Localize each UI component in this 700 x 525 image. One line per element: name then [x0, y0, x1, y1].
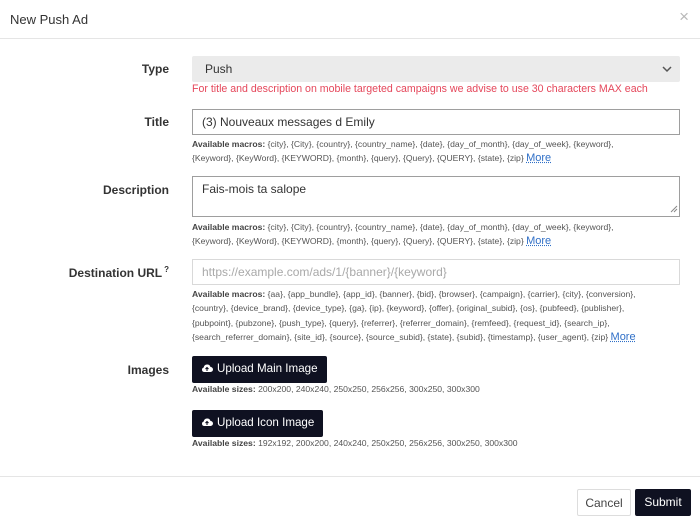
icon-sizes-label: Available sizes:	[192, 438, 256, 448]
cloud-upload-icon	[201, 363, 213, 376]
destination-url-input[interactable]: https://example.com/ads/1/{banner}/{keyw…	[192, 259, 680, 285]
description-more-link[interactable]: More	[526, 235, 551, 247]
upload-main-image-label: Upload Main Image	[217, 362, 318, 375]
chevron-down-icon	[661, 60, 673, 81]
title-macros-line2: {Keyword}, {KeyWord}, {KEYWORD}, {month}…	[192, 153, 524, 164]
type-label: Type	[141, 62, 169, 76]
close-icon[interactable]: ×	[679, 8, 689, 25]
description-macros-line2: {Keyword}, {KeyWord}, {KEYWORD}, {month}…	[192, 236, 524, 247]
destination-label-text: Destination URL	[68, 266, 163, 280]
resize-grip-icon[interactable]	[670, 205, 678, 215]
help-icon[interactable]: ?	[164, 265, 169, 274]
title-label: Title	[144, 115, 169, 129]
title-input[interactable]: (3) Nouveaux messages d Emily	[192, 109, 680, 135]
destination-more-link[interactable]: More	[611, 331, 636, 343]
destination-label: Destination URL?	[69, 265, 169, 280]
title-input-value: (3) Nouveaux messages d Emily	[202, 115, 375, 129]
cancel-button[interactable]: Cancel	[577, 489, 631, 516]
title-more-link[interactable]: More	[526, 152, 551, 164]
description-label: Description	[102, 183, 169, 197]
description-macros-label: Available macros:	[192, 222, 266, 232]
destination-macros: Available macros: {aa}, {app_bundle}, {a…	[192, 287, 682, 345]
destination-macros-line3: {pubpoint}, {pubzone}, {push_type}, {que…	[192, 317, 610, 328]
title-macros-label: Available macros:	[192, 139, 266, 149]
upload-icon-image-button[interactable]: Upload Icon Image	[192, 410, 324, 437]
main-sizes-label: Available sizes:	[192, 384, 256, 394]
destination-macros-line1: {aa}, {app_bundle}, {app_id}, {banner}, …	[267, 289, 636, 299]
type-select-value: Push	[205, 62, 233, 76]
destination-macros-label: Available macros:	[192, 289, 266, 299]
description-textarea[interactable]: Fais-mois ta salope	[192, 176, 680, 217]
destination-url-placeholder: https://example.com/ads/1/{banner}/{keyw…	[202, 265, 447, 279]
modal-title: New Push Ad	[10, 12, 89, 27]
modal-header: New Push Ad ×	[0, 0, 700, 39]
type-warning: For title and description on mobile targ…	[192, 83, 648, 95]
images-label: Images	[127, 363, 169, 377]
type-select[interactable]: Push	[192, 56, 680, 82]
description-macros: Available macros: {city}, {City}, {count…	[192, 220, 682, 249]
cloud-upload-icon	[201, 417, 213, 430]
description-macros-line1: {city}, {City}, {country}, {country_name…	[267, 222, 614, 232]
icon-sizes-value: 192x192, 200x200, 240x240, 250x250, 256x…	[258, 438, 518, 448]
icon-image-sizes: Available sizes: 192x192, 200x200, 240x2…	[192, 438, 518, 448]
main-image-sizes: Available sizes: 200x200, 240x240, 250x2…	[192, 384, 480, 394]
upload-icon-image-label: Upload Icon Image	[217, 416, 315, 429]
upload-main-image-button[interactable]: Upload Main Image	[192, 356, 327, 383]
destination-macros-line4: {search_referrer_domain}, {site_id}, {so…	[192, 332, 609, 343]
title-macros: Available macros: {city}, {City}, {count…	[192, 137, 682, 166]
submit-button[interactable]: Submit	[635, 489, 691, 516]
destination-macros-line2: {country}, {device_brand}, {device_type}…	[192, 303, 625, 314]
main-sizes-value: 200x200, 240x240, 250x250, 256x256, 300x…	[258, 384, 480, 394]
description-value: Fais-mois ta salope	[202, 182, 307, 196]
title-macros-line1: {city}, {City}, {country}, {country_name…	[267, 139, 614, 149]
